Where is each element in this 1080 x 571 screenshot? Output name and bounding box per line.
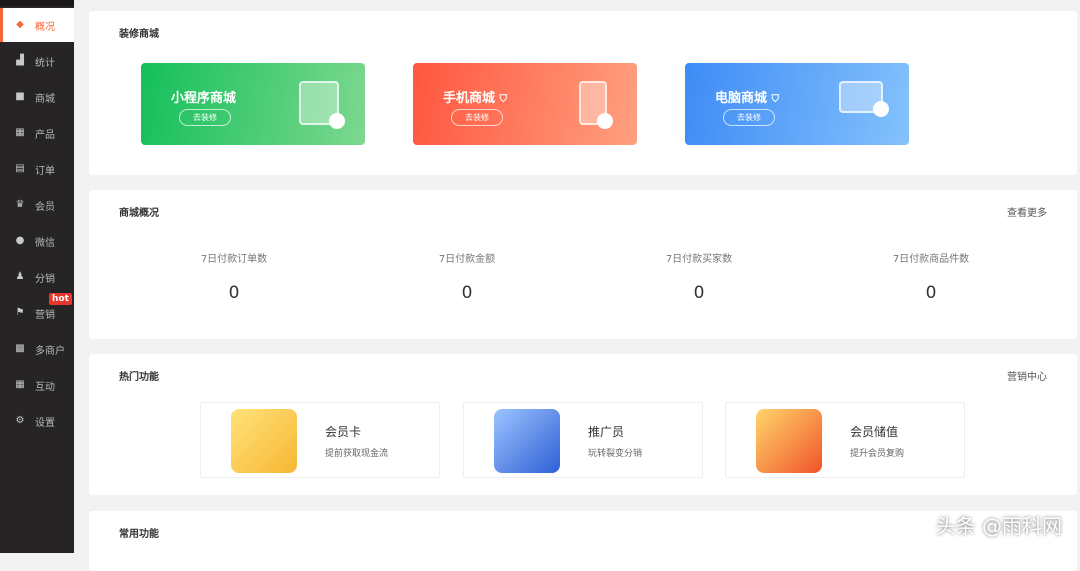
stat-label: 7日付款金额 bbox=[438, 254, 496, 265]
feature-member-deposit[interactable]: 会员储值 提升会员复购 bbox=[725, 402, 965, 478]
monitor-icon bbox=[839, 81, 889, 117]
sidebar-item-label: 会员 bbox=[35, 201, 55, 213]
sidebar-item-label: 多商户 bbox=[35, 345, 65, 357]
feature-promoter[interactable]: 推广员 玩转裂变分销 bbox=[463, 402, 703, 478]
feature-name: 会员卡 bbox=[325, 425, 362, 439]
sidebar-item-multi-merchant[interactable]: ▩ 多商户 bbox=[0, 332, 74, 366]
store-icon: ▩ bbox=[15, 343, 25, 354]
clipboard-icon: ▤ bbox=[15, 163, 25, 174]
sidebar-item-label: 商城 bbox=[35, 93, 55, 105]
sidebar-item-orders[interactable]: ▤ 订单 bbox=[0, 152, 74, 186]
shop-name: 电脑商城 ⛉ bbox=[715, 87, 779, 106]
sidebar-item-interaction[interactable]: ▦ 互动 bbox=[0, 368, 74, 402]
miniprogram-shop-card[interactable]: 小程序商城 去装修 bbox=[141, 63, 365, 145]
section-title: 装修商城 bbox=[119, 29, 159, 40]
feature-desc: 提升会员复购 bbox=[850, 449, 905, 459]
section-title: 常用功能 bbox=[119, 529, 159, 540]
section-title: 商城概况 bbox=[119, 208, 159, 219]
sidebar-item-mall[interactable]: ■ 商城 bbox=[0, 80, 74, 114]
sidebar-item-stats[interactable]: ▟ 统计 bbox=[0, 44, 74, 78]
stat-amount: 7日付款金额 0 bbox=[367, 250, 567, 303]
feature-name: 会员储值 bbox=[850, 425, 899, 439]
section-title: 热门功能 bbox=[119, 372, 159, 383]
stat-value: 0 bbox=[925, 283, 937, 303]
decorate-button[interactable]: 去装修 bbox=[179, 109, 231, 126]
hot-features-section: 热门功能 营销中心 会员卡 提前获取现金流 推广员 玩转裂变分销 会员储值 提升… bbox=[89, 354, 1077, 495]
sidebar-item-label: 设置 bbox=[35, 417, 55, 429]
decorate-section: 装修商城 小程序商城 去装修 手机商城 ⛉ 去装修 电脑商城 ⛉ 去装修 bbox=[89, 11, 1077, 175]
common-features-section: 常用功能 bbox=[89, 511, 1077, 571]
sidebar-item-overview[interactable]: ◆ 概况 bbox=[0, 8, 74, 42]
hot-badge: hot bbox=[49, 293, 72, 305]
view-more-link[interactable]: 查看更多 bbox=[1007, 204, 1047, 219]
sidebar-item-settings[interactable]: ⚙ 设置 bbox=[0, 404, 74, 438]
wechat-icon: ● bbox=[15, 235, 25, 246]
grid-icon: ▦ bbox=[15, 127, 25, 138]
shield-check-icon: ⛉ bbox=[499, 94, 508, 105]
sidebar-item-members[interactable]: ♛ 会员 bbox=[0, 188, 74, 222]
sidebar-item-label: 互动 bbox=[35, 381, 55, 393]
phone-icon bbox=[579, 81, 613, 129]
store-icon bbox=[299, 81, 345, 129]
mobile-shop-card[interactable]: 手机商城 ⛉ 去装修 bbox=[413, 63, 637, 145]
sidebar-item-label: 统计 bbox=[35, 57, 55, 69]
sidebar-item-label: 产品 bbox=[35, 129, 55, 141]
feature-desc: 玩转裂变分销 bbox=[588, 449, 643, 459]
overview-section: 商城概况 查看更多 7日付款订单数 0 7日付款金额 0 7日付款买家数 0 7日付款… bbox=[89, 190, 1077, 339]
stat-items: 7日付款商品件数 0 bbox=[831, 250, 1031, 303]
stat-label: 7日付款商品件数 bbox=[892, 254, 970, 265]
shield-check-icon: ⛉ bbox=[771, 94, 780, 105]
grid-icon: ▦ bbox=[15, 379, 25, 390]
stat-value: 0 bbox=[461, 283, 473, 303]
feature-member-card[interactable]: 会员卡 提前获取现金流 bbox=[200, 402, 440, 478]
sidebar-item-distribution[interactable]: ♟ 分销 bbox=[0, 260, 74, 294]
sidebar-item-label: 分销 bbox=[35, 273, 55, 285]
sidebar-item-label: 订单 bbox=[35, 165, 55, 177]
feature-desc: 提前获取现金流 bbox=[325, 449, 389, 459]
sidebar-item-label: 微信 bbox=[35, 237, 55, 249]
sidebar-top bbox=[0, 0, 74, 6]
decorate-button[interactable]: 去装修 bbox=[451, 109, 503, 126]
watermark: 头条 @雨科网 bbox=[935, 514, 1062, 538]
stat-label: 7日付款订单数 bbox=[200, 254, 268, 265]
shop-name-text: 电脑商城 bbox=[715, 91, 768, 106]
decorate-button[interactable]: 去装修 bbox=[723, 109, 775, 126]
sidebar-item-label: 营销 bbox=[35, 309, 55, 321]
stat-orders: 7日付款订单数 0 bbox=[134, 250, 334, 303]
marketing-center-link[interactable]: 营销中心 bbox=[1007, 368, 1047, 383]
sidebar: ◆ 概况 ▟ 统计 ■ 商城 ▦ 产品 ▤ 订单 ♛ 会员 ● 微信 ♟ 分销 ⚑ 营销 ▩ 多商户… bbox=[0, 0, 74, 553]
wallet-illustration bbox=[756, 409, 822, 473]
layers-icon: ◆ bbox=[16, 19, 24, 30]
stat-value: 0 bbox=[693, 283, 705, 303]
chart-icon: ▟ bbox=[16, 55, 24, 66]
stat-label: 7日付款买家数 bbox=[665, 254, 733, 265]
flag-icon: ⚑ bbox=[15, 307, 25, 318]
pc-shop-card[interactable]: 电脑商城 ⛉ 去装修 bbox=[685, 63, 909, 145]
shop-name-text: 手机商城 bbox=[443, 91, 496, 106]
mail-icon: ■ bbox=[15, 91, 25, 102]
sidebar-item-wechat[interactable]: ● 微信 bbox=[0, 224, 74, 258]
gear-icon: ⚙ bbox=[15, 415, 25, 426]
shop-name: 小程序商城 bbox=[171, 91, 237, 106]
shop-name: 手机商城 ⛉ bbox=[443, 87, 507, 106]
member-card-illustration bbox=[231, 409, 297, 473]
promoter-illustration bbox=[494, 409, 560, 473]
sidebar-item-label: 概况 bbox=[35, 21, 55, 33]
stat-buyers: 7日付款买家数 0 bbox=[599, 250, 799, 303]
sidebar-item-products[interactable]: ▦ 产品 bbox=[0, 116, 74, 150]
feature-name: 推广员 bbox=[588, 425, 625, 439]
stat-value: 0 bbox=[228, 283, 240, 303]
users-icon: ♟ bbox=[15, 271, 25, 282]
crown-icon: ♛ bbox=[15, 199, 25, 210]
